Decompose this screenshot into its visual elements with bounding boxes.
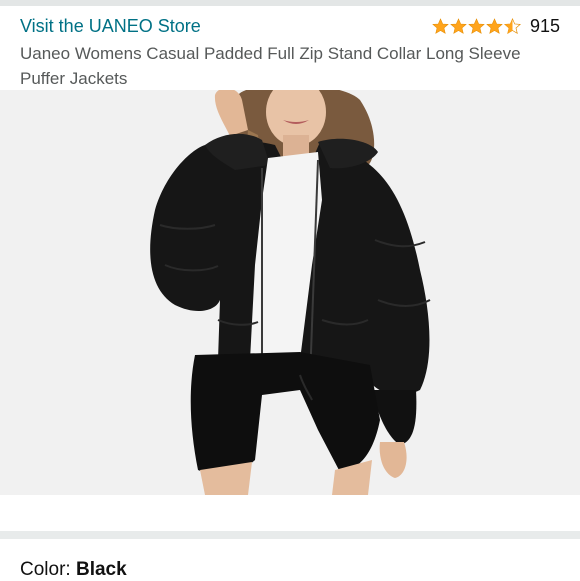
rating-widget[interactable]: 915 bbox=[432, 15, 560, 37]
color-selector: Color: Black bbox=[20, 559, 127, 581]
puffer-jacket-photo-icon bbox=[0, 90, 580, 495]
star-full-icon bbox=[450, 17, 467, 34]
product-title: Uaneo Womens Casual Padded Full Zip Stan… bbox=[20, 44, 521, 88]
star-full-icon bbox=[468, 17, 485, 34]
star-half-icon bbox=[503, 17, 521, 34]
rating-count[interactable]: 915 bbox=[530, 16, 560, 37]
star-full-icon bbox=[486, 17, 503, 34]
star-full-icon bbox=[432, 17, 449, 34]
star-rating[interactable] bbox=[432, 17, 522, 35]
top-divider bbox=[0, 0, 580, 6]
color-value: Black bbox=[75, 559, 127, 580]
color-label: Color: bbox=[20, 559, 76, 580]
section-divider bbox=[0, 531, 580, 539]
visit-store-link[interactable]: Visit the UANEO Store bbox=[20, 16, 201, 37]
product-image[interactable] bbox=[0, 90, 580, 495]
